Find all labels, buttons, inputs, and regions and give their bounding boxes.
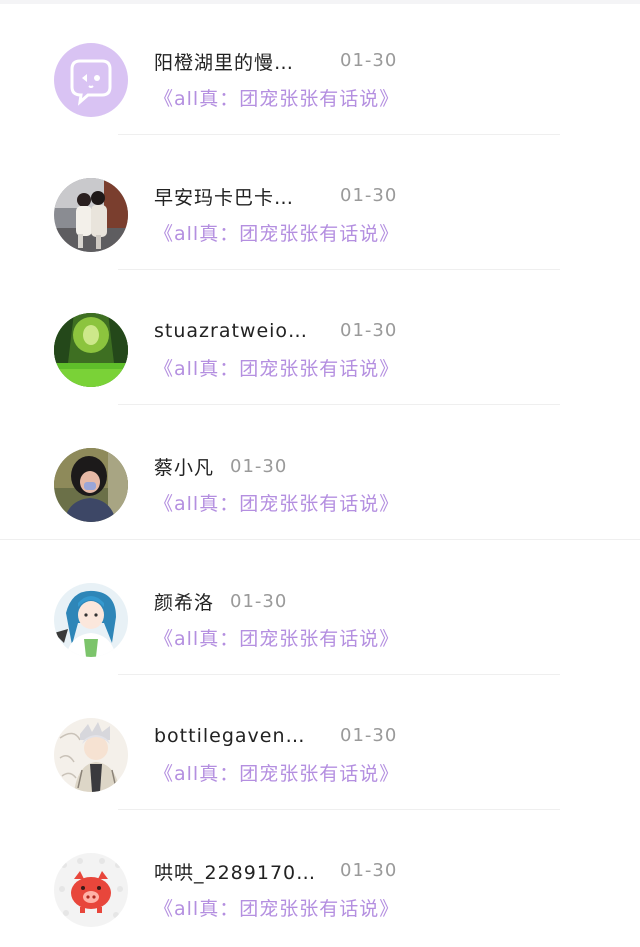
conversation-row[interactable]: 蔡小凡 01-30 《all真：团宠张张有话说》 <box>0 405 640 540</box>
conversation-list: 阳橙湖里的慢… 01-30 《all真：团宠张张有话说》 早安玛卡巴卡… 01-… <box>0 0 640 945</box>
conversation-row[interactable]: 哄哄_2289170… 01-30 《all真：团宠张张有话说》 <box>0 810 640 945</box>
message-date: 01-30 <box>340 320 398 341</box>
message-preview: 《all真：团宠张张有话说》 <box>154 763 400 785</box>
contact-name: 阳橙湖里的慢… <box>154 51 295 74</box>
message-date: 01-30 <box>340 725 398 746</box>
message-date: 01-30 <box>230 455 288 477</box>
conversation-list-page: 阳橙湖里的慢… 01-30 《all真：团宠张张有话说》 早安玛卡巴卡… 01-… <box>0 0 640 947</box>
couple-photo <box>54 178 128 252</box>
anime-girl <box>54 583 128 657</box>
name-line: 阳橙湖里的慢… <box>154 48 294 74</box>
avatar[interactable] <box>54 448 128 522</box>
contact-name: stuazratweio… <box>154 320 309 342</box>
contact-name: bottilegaven… <box>154 725 306 747</box>
avatar[interactable] <box>54 583 128 657</box>
name-line: stuazratweio… <box>154 318 308 344</box>
conversation-row[interactable]: 早安玛卡巴卡… 01-30 《all真：团宠张张有话说》 <box>0 135 640 270</box>
contact-name: 早安玛卡巴卡… <box>154 186 295 209</box>
message-preview: 《all真：团宠张张有话说》 <box>154 898 400 920</box>
contact-name: 蔡小凡 <box>154 456 215 479</box>
avatar[interactable] <box>54 313 128 387</box>
pig-icon <box>54 853 128 927</box>
forest-photo <box>54 313 128 387</box>
avatar[interactable] <box>54 853 128 927</box>
message-date: 01-30 <box>340 185 398 206</box>
message-preview: 《all真：团宠张张有话说》 <box>154 358 400 380</box>
avatar[interactable] <box>54 178 128 252</box>
chat-bubble-icon <box>54 43 128 117</box>
message-preview: 《all真：团宠张张有话说》 <box>154 493 400 515</box>
message-preview: 《all真：团宠张张有话说》 <box>154 223 400 245</box>
contact-name: 哄哄_2289170… <box>154 861 317 884</box>
anime-samurai <box>54 718 128 792</box>
message-date: 01-30 <box>340 50 398 71</box>
conversation-row[interactable]: 颜希洛 01-30 《all真：团宠张张有话说》 <box>0 540 640 675</box>
name-line: 蔡小凡 01-30 <box>154 453 287 479</box>
avatar[interactable] <box>54 718 128 792</box>
conversation-row[interactable]: stuazratweio… 01-30 《all真：团宠张张有话说》 <box>0 270 640 405</box>
conversation-row[interactable]: 阳橙湖里的慢… 01-30 《all真：团宠张张有话说》 <box>0 0 640 135</box>
name-line: bottilegaven… <box>154 723 306 749</box>
message-date: 01-30 <box>340 860 398 881</box>
message-date: 01-30 <box>230 590 288 612</box>
girl-selfie <box>54 448 128 522</box>
name-line: 早安玛卡巴卡… <box>154 183 294 209</box>
name-line: 哄哄_2289170… <box>154 858 316 884</box>
message-preview: 《all真：团宠张张有话说》 <box>154 628 400 650</box>
conversation-row[interactable]: bottilegaven… 01-30 《all真：团宠张张有话说》 <box>0 675 640 810</box>
contact-name: 颜希洛 <box>154 591 215 614</box>
avatar[interactable] <box>54 43 128 117</box>
name-line: 颜希洛 01-30 <box>154 588 287 614</box>
message-preview: 《all真：团宠张张有话说》 <box>154 88 400 110</box>
